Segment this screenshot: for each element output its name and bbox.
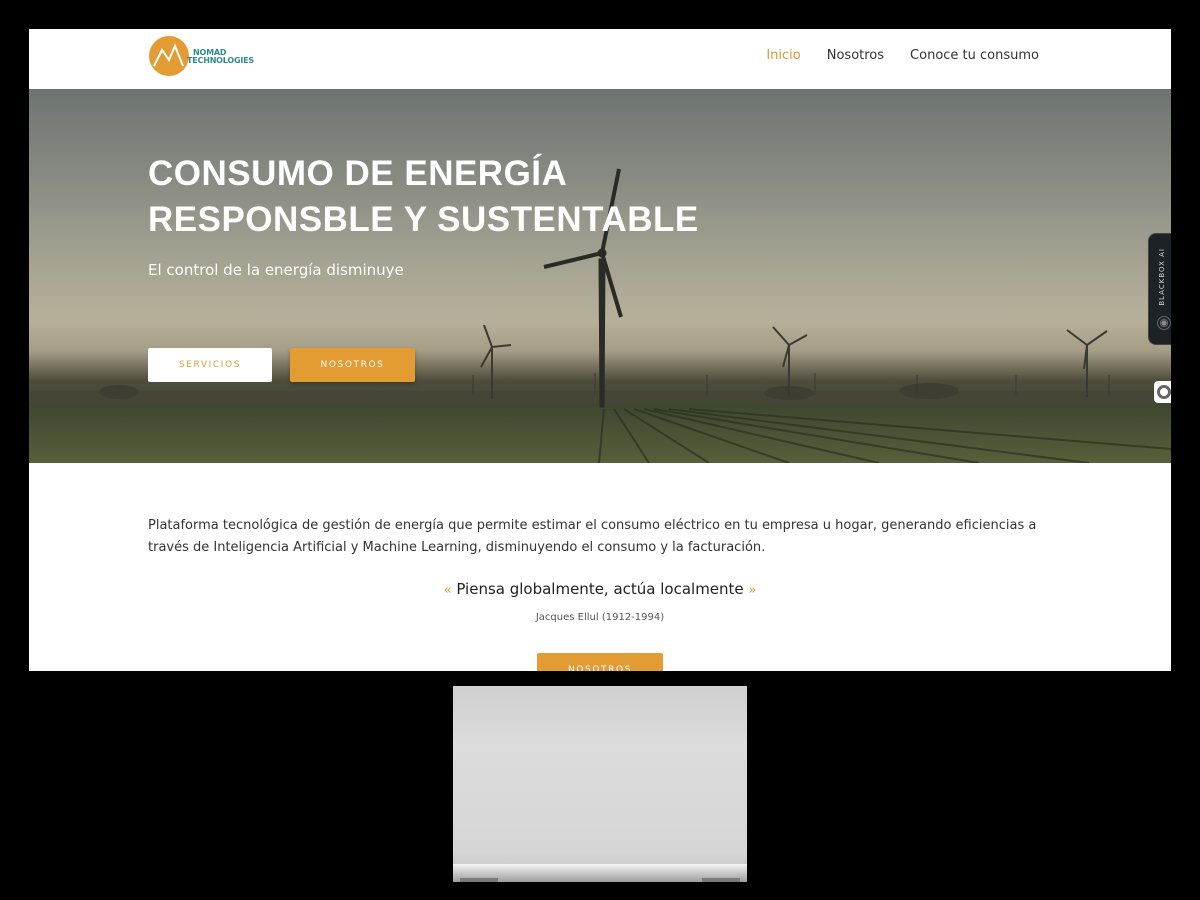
hero-subtitle: El control de la energía disminuye	[148, 261, 404, 279]
intro-paragraph: Plataforma tecnológica de gestión de ene…	[148, 518, 1037, 555]
browser-screen: NOMAD TECHNOLOGIES Inicio Nosotros Conoc…	[29, 29, 1171, 671]
side-widget-dots-icon	[1157, 316, 1171, 330]
hero-title-line2: RESPONSBLE Y SUSTENTABLE	[148, 200, 699, 239]
hero-title: CONSUMO DE ENERGÍA RESPONSBLE Y SUSTENTA…	[148, 151, 768, 243]
quote-close-mark: »	[748, 583, 757, 598]
mountain-logo-icon	[149, 36, 189, 76]
monitor-stand-foot	[460, 878, 498, 882]
servicios-button[interactable]: SERVICIOS	[148, 348, 272, 382]
navbar: NOMAD TECHNOLOGIES Inicio Nosotros Conoc…	[29, 29, 1171, 89]
nav-item-inicio[interactable]: Inicio	[766, 48, 800, 63]
quote-author: Jacques Ellul (1912-1994)	[535, 612, 665, 623]
content-nosotros-button[interactable]: NOSOTROS	[537, 653, 663, 671]
main-nav: Inicio Nosotros Conoce tu consumo	[766, 48, 1039, 63]
hero-title-line1: CONSUMO DE ENERGÍA	[148, 154, 568, 193]
quote-text: Piensa globalmente, actúa localmente	[456, 580, 744, 598]
monitor-stand-foot	[702, 878, 740, 882]
logo-text: NOMAD TECHNOLOGIES	[187, 49, 254, 65]
logo[interactable]: NOMAD TECHNOLOGIES	[149, 36, 259, 80]
hero-banner: CONSUMO DE ENERGÍA RESPONSBLE Y SUSTENTA…	[29, 89, 1171, 463]
nav-item-nosotros[interactable]: Nosotros	[827, 48, 884, 63]
circle-icon[interactable]	[1154, 381, 1171, 403]
blackbox-ai-icon[interactable]: BLACKBOX AI	[1148, 233, 1171, 345]
quote-open-mark: «	[443, 583, 452, 598]
hero-nosotros-button[interactable]: NOSOTROS	[290, 348, 415, 382]
logo-line2: TECHNOLOGIES	[187, 56, 254, 65]
side-widget-label: BLACKBOX AI	[1158, 248, 1166, 306]
nav-item-conoce-tu-consumo[interactable]: Conoce tu consumo	[910, 48, 1039, 63]
monitor-stand	[453, 686, 747, 882]
quote: « Piensa globalmente, actúa localmente »	[29, 580, 1171, 598]
